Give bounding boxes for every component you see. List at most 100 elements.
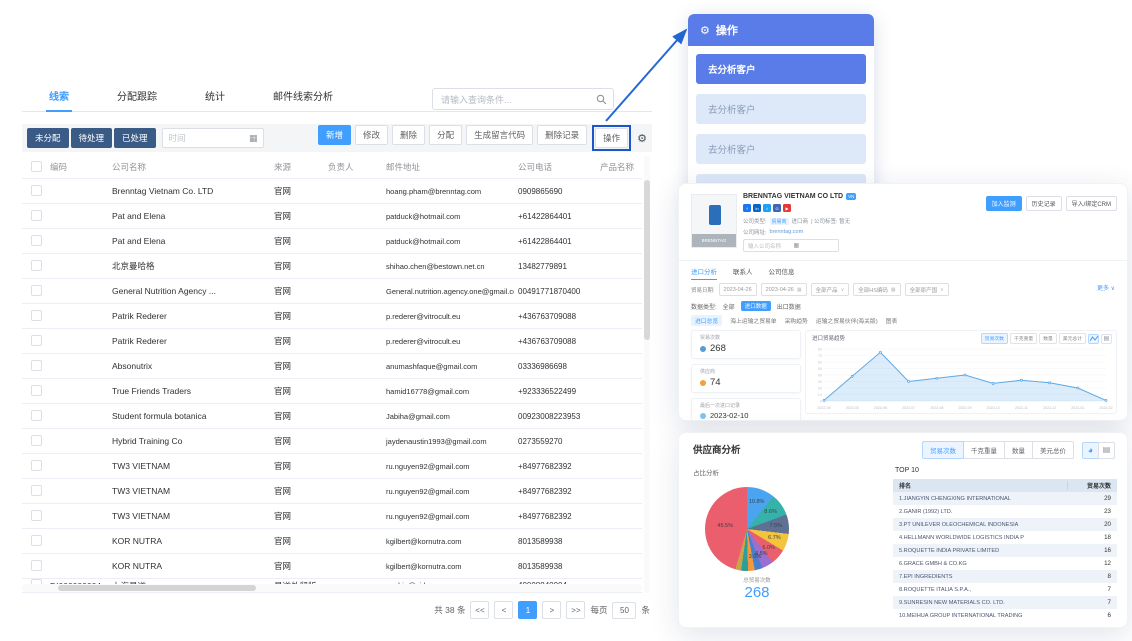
chart-toggle-2[interactable]: 数量: [1039, 333, 1057, 344]
table-row[interactable]: TW3 VIETNAM官网ru.nguyen92@gmail.com+84977…: [22, 504, 642, 529]
delete-record-button[interactable]: 删除记录: [537, 125, 587, 145]
row-checkbox[interactable]: [31, 410, 42, 421]
linkedin-icon[interactable]: in: [753, 204, 761, 212]
pie-view-button[interactable]: ◕: [1082, 442, 1099, 459]
gear-icon[interactable]: ⚙: [637, 132, 647, 145]
table-row[interactable]: Patrik Rederer官网p.rederer@vitrocult.eu+4…: [22, 304, 642, 329]
select-all-checkbox[interactable]: [31, 161, 42, 172]
subtab-0[interactable]: 进口总览: [691, 315, 722, 326]
add-button[interactable]: 新增: [318, 125, 351, 145]
row-checkbox[interactable]: [31, 185, 42, 196]
popup-item-2[interactable]: 去分析客户: [696, 134, 866, 164]
row-checkbox[interactable]: [31, 285, 42, 296]
table-row[interactable]: KOR NUTRA官网kgilbert@kornutra.com80135899…: [22, 529, 642, 554]
row-checkbox[interactable]: [31, 385, 42, 396]
company-name-input[interactable]: 输入公司名称 ▦: [743, 239, 839, 252]
subtab-4[interactable]: 图表: [886, 316, 898, 325]
table-row[interactable]: TW3 VIETNAM官网ru.nguyen92@gmail.com+84977…: [22, 479, 642, 504]
table-row[interactable]: Patrik Rederer官网p.rederer@vitrocult.eu+4…: [22, 329, 642, 354]
chart-toggle-3[interactable]: 美元总计: [1059, 333, 1086, 344]
popup-item-1[interactable]: 去分析客户: [696, 94, 866, 124]
card-tab-0[interactable]: 进口分析: [691, 266, 717, 280]
data-type-option-0[interactable]: 全部: [723, 302, 735, 311]
row-checkbox[interactable]: [31, 335, 42, 346]
card-button-0[interactable]: 加入监测: [986, 196, 1022, 211]
tab-assign-track[interactable]: 分配跟踪: [114, 82, 160, 112]
card-tab-1[interactable]: 联系人: [733, 266, 753, 280]
tab-email-lead-analysis[interactable]: 邮件线索分析: [270, 82, 336, 112]
filter-field-3[interactable]: 全部HS编码▦: [853, 283, 900, 296]
table-row[interactable]: TW3 VIETNAM官网ru.nguyen92@gmail.com+84977…: [22, 454, 642, 479]
chart-toggle-0[interactable]: 贸易次数: [981, 333, 1008, 344]
chart-toggle-1[interactable]: 千克重量: [1010, 333, 1037, 344]
row-checkbox[interactable]: [31, 310, 42, 321]
grid-icon-button[interactable]: ▤: [1101, 334, 1112, 344]
vscroll-thumb[interactable]: [644, 180, 650, 340]
tab-stats[interactable]: 统计: [202, 82, 228, 112]
row-checkbox[interactable]: [31, 460, 42, 471]
metric-toggle-1[interactable]: 千克重量: [963, 441, 1005, 459]
filter-processed[interactable]: 已处理: [114, 128, 156, 148]
table-row[interactable]: Pat and Elena官网patduck@hotmail.com+61422…: [22, 204, 642, 229]
metric-toggle-3[interactable]: 美元总价: [1032, 441, 1074, 459]
page-size-input[interactable]: 50: [612, 602, 636, 619]
page-nav-button[interactable]: >>: [566, 601, 585, 619]
row-checkbox[interactable]: [31, 485, 42, 496]
supplier-pie-chart[interactable]: 10.8%8.6%7.5%6.7%6.0%4.5%3.0%45.5%: [705, 487, 789, 571]
table-row[interactable]: Brenntag Vietnam Co. LTD官网hoang.pham@bre…: [22, 179, 642, 204]
page-number-active[interactable]: 1: [518, 601, 537, 619]
card-tab-2[interactable]: 公司信息: [769, 266, 795, 280]
table-row[interactable]: True Friends Traders官网hamid16778@gmail.c…: [22, 379, 642, 404]
popup-item-0[interactable]: 去分析客户: [696, 54, 866, 84]
horizontal-scrollbar[interactable]: [22, 584, 642, 592]
website-link[interactable]: brenntag.com: [770, 229, 804, 235]
filter-field-2[interactable]: 全部产品∨: [811, 283, 850, 296]
row-checkbox[interactable]: [31, 560, 42, 571]
operate-button[interactable]: 操作: [595, 128, 628, 148]
page-nav-button[interactable]: <<: [470, 601, 489, 619]
hscroll-thumb[interactable]: [58, 585, 256, 591]
metric-toggle-2[interactable]: 数量: [1004, 441, 1033, 459]
edit-button[interactable]: 修改: [355, 125, 388, 145]
page-nav-button[interactable]: <: [494, 601, 513, 619]
gen-message-code-button[interactable]: 生成留言代码: [466, 125, 533, 145]
filter-pending[interactable]: 待处理: [71, 128, 113, 148]
table-row[interactable]: 北京曼哈格官网shihao.chen@bestown.net.cn1348277…: [22, 254, 642, 279]
line-chart-icon-button[interactable]: [1088, 334, 1099, 344]
table-row[interactable]: Student formula botanica官网Jabiha@gmail.c…: [22, 404, 642, 429]
filter-field-1[interactable]: 2023-04-26▦: [761, 283, 807, 296]
table-row[interactable]: Pat and Elena官网patduck@hotmail.com+61422…: [22, 229, 642, 254]
table-row[interactable]: General Nutrition Agency ...官网General.nu…: [22, 279, 642, 304]
search-input[interactable]: 请输入查询条件...: [432, 88, 614, 110]
tab-leads[interactable]: 线索: [46, 82, 72, 112]
twitter-icon[interactable]: t: [763, 204, 771, 212]
filter-field-0[interactable]: 2023-04-26: [719, 283, 757, 296]
more-link[interactable]: 更多 ∨: [1097, 283, 1115, 292]
data-type-option-2[interactable]: 出口数据: [777, 302, 801, 311]
date-filter-input[interactable]: 时间 ▦: [162, 128, 264, 148]
table-row[interactable]: Hybrid Training Co官网jaydenaustin1993@gma…: [22, 429, 642, 454]
youtube-icon[interactable]: ▶: [783, 204, 791, 212]
row-checkbox[interactable]: [31, 235, 42, 246]
page-nav-button[interactable]: >: [542, 601, 561, 619]
vertical-scrollbar[interactable]: [644, 156, 650, 593]
filter-field-4[interactable]: 全部原产国∨: [905, 283, 949, 296]
subtab-2[interactable]: 采购趋势: [785, 316, 808, 325]
table-view-button[interactable]: ▤: [1098, 442, 1115, 459]
row-checkbox[interactable]: [31, 360, 42, 371]
filter-unassigned[interactable]: 未分配: [27, 128, 69, 148]
google-icon[interactable]: G: [773, 204, 781, 212]
row-checkbox[interactable]: [31, 210, 42, 221]
facebook-icon[interactable]: f: [743, 204, 751, 212]
card-button-1[interactable]: 历史记录: [1026, 196, 1062, 211]
assign-button[interactable]: 分配: [429, 125, 462, 145]
row-checkbox[interactable]: [31, 535, 42, 546]
subtab-3[interactable]: 运输之贸易伙伴(海关版): [816, 316, 878, 325]
row-checkbox[interactable]: [31, 260, 42, 271]
subtab-1[interactable]: 海上运输之贸易单: [730, 316, 776, 325]
row-checkbox[interactable]: [31, 435, 42, 446]
row-checkbox[interactable]: [31, 510, 42, 521]
metric-toggle-0[interactable]: 贸易次数: [922, 441, 964, 459]
card-button-2[interactable]: 导入/绑定CRM: [1066, 196, 1117, 211]
delete-button[interactable]: 删除: [392, 125, 425, 145]
